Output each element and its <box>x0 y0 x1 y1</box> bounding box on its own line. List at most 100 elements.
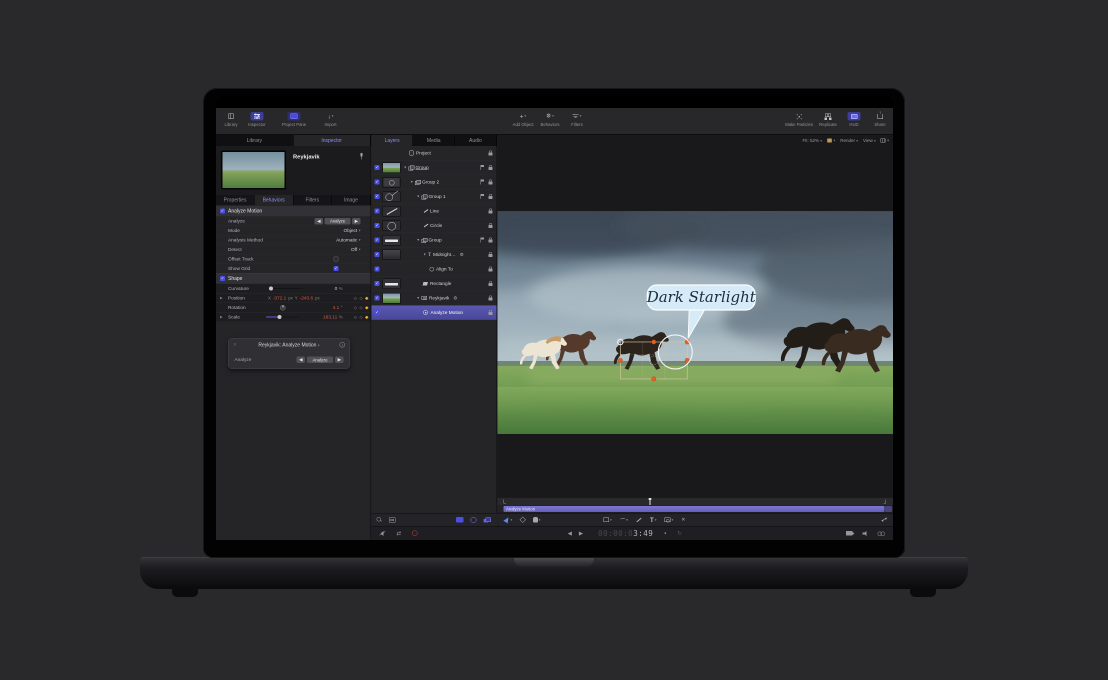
gear-icon[interactable]: ⚙ <box>460 252 464 258</box>
layer-name[interactable]: Circle <box>430 223 442 229</box>
search-icon[interactable] <box>377 517 383 523</box>
canvas[interactable]: Fit: 52% ▾ ▾ Render ▾ View ▾ ▾ <box>498 135 894 513</box>
hud-analyze-forward-button[interactable]: ▶ <box>335 357 344 364</box>
rectangle-tool[interactable]: ▾ <box>604 518 612 523</box>
layer-visibility-checkbox[interactable]: ✓ <box>375 238 380 243</box>
layer-name[interactable]: Group <box>428 237 441 243</box>
audio-icon[interactable] <box>863 531 869 536</box>
loop-icon[interactable]: ⇄ <box>397 530 402 537</box>
hud-analyze-button[interactable]: Analyze <box>307 357 333 364</box>
layer-visibility-checkbox[interactable]: ✓ <box>375 296 380 301</box>
layer-visibility-checkbox[interactable]: ✓ <box>375 223 380 228</box>
layer-visibility-checkbox[interactable]: ✓ <box>375 209 380 214</box>
layer-visibility-checkbox[interactable]: ✓ <box>375 194 380 199</box>
make-particles-button[interactable]: Make Particles <box>785 112 813 127</box>
lock-icon[interactable] <box>489 225 493 228</box>
filmstrip-icon[interactable] <box>389 517 396 522</box>
analyze-backward-button[interactable]: ◀ <box>315 218 324 225</box>
import-button[interactable]: ↓▾ Import <box>318 112 343 127</box>
curvature-slider[interactable] <box>270 288 303 289</box>
video-frame[interactable]: Dark Starlight <box>498 211 894 434</box>
project-pane-button[interactable]: Project Pane <box>276 112 312 127</box>
view-popup[interactable]: View ▾ <box>863 138 876 143</box>
lock-icon[interactable] <box>489 283 493 286</box>
camera-icon[interactable] <box>846 531 853 536</box>
flag-icon[interactable] <box>481 238 485 243</box>
layer-name[interactable]: Rectangle <box>430 281 451 287</box>
layer-name[interactable]: Line <box>430 208 439 214</box>
lock-icon[interactable] <box>489 167 493 170</box>
timecode-popup-icon[interactable]: ▾ <box>664 531 666 536</box>
lock-icon[interactable] <box>489 240 493 243</box>
text-tool[interactable]: T▾ <box>650 516 656 523</box>
tab-media[interactable]: Media <box>413 135 455 146</box>
layer-name[interactable]: Analyze Motion <box>431 310 463 316</box>
track-handle[interactable] <box>618 358 622 362</box>
keyframe-icon[interactable]: ◆ <box>365 305 368 311</box>
layer-visibility-checkbox[interactable]: ✓ <box>375 252 380 257</box>
layout-popup[interactable]: ▾ <box>881 139 889 143</box>
channels-popup[interactable]: ▾ <box>827 139 835 143</box>
analyze-motion-enable-checkbox[interactable]: ✓ <box>220 209 225 214</box>
hud-panel[interactable]: ✕ Reykjavik: Analyze Motion ▾ i Analyze … <box>228 338 350 369</box>
tab-behaviors[interactable]: Behaviors <box>255 195 294 205</box>
prev-keyframe-icon[interactable]: ◇ <box>354 305 357 310</box>
layer-visibility-checkbox[interactable]: ✓ <box>375 310 380 315</box>
shape-enable-checkbox[interactable]: ✓ <box>220 276 225 281</box>
rotation-field[interactable]: 4.1 <box>333 305 340 311</box>
in-point-marker[interactable] <box>504 500 507 504</box>
line-tool[interactable] <box>636 519 642 520</box>
analysis-method-popup[interactable]: Automatic▾ <box>336 237 360 243</box>
pan-tool[interactable]: ▾ <box>533 517 541 523</box>
timecode-display[interactable]: 00:00:03:49 <box>598 529 653 538</box>
timeline-ruler[interactable] <box>498 497 894 505</box>
bezier-tool[interactable]: ▾ <box>620 518 628 522</box>
layer-row-reykjavik[interactable]: ✓▼Reykjavik⚙ <box>372 291 497 306</box>
info-icon[interactable]: i <box>340 342 346 348</box>
gear-icon[interactable]: ⚙ <box>453 295 457 301</box>
analyze-motion-bar[interactable]: Analyze Motion <box>504 506 885 512</box>
disclosure-icon[interactable]: ▶ <box>220 315 223 319</box>
layer-name[interactable]: Group 2 <box>422 179 439 185</box>
scale-slider[interactable] <box>266 317 299 318</box>
disclosure-triangle-icon[interactable]: ▼ <box>417 195 420 199</box>
library-button[interactable]: Library <box>220 112 242 127</box>
layer-name[interactable]: Project <box>416 150 431 156</box>
layer-visibility-checkbox[interactable]: ✓ <box>375 165 380 170</box>
lock-icon[interactable] <box>489 153 493 156</box>
image-mask-tool[interactable]: ▾ <box>664 518 673 523</box>
scale-field[interactable]: 183.11 <box>323 314 337 320</box>
layer-row-circle[interactable]: ✓ Circle <box>372 219 497 234</box>
filters-button[interactable]: ▾ Filters <box>566 112 588 127</box>
next-keyframe-icon[interactable]: ◇ <box>359 315 362 320</box>
add-object-button[interactable]: +▾ Add Object <box>512 112 534 127</box>
track-handle[interactable] <box>652 377 656 381</box>
replicate-button[interactable]: Replicate <box>817 112 839 127</box>
tab-filters[interactable]: Filters <box>293 195 332 205</box>
disclosure-triangle-icon[interactable]: ▼ <box>404 166 407 170</box>
show-grid-checkbox[interactable]: ✓ <box>334 266 339 271</box>
lock-icon[interactable] <box>489 254 493 257</box>
offset-track-checkbox[interactable] <box>334 257 339 262</box>
layer-name[interactable]: Group <box>415 165 428 171</box>
tab-image[interactable]: Image <box>332 195 371 205</box>
flag-icon[interactable] <box>481 180 485 185</box>
prev-keyframe-icon[interactable]: ◇ <box>354 296 357 301</box>
tab-layers[interactable]: Layers <box>372 135 414 146</box>
previous-frame-button[interactable]: ◀ <box>568 530 572 537</box>
track-handle[interactable] <box>652 340 656 344</box>
layer-name[interactable]: Group 1 <box>428 194 445 200</box>
flag-icon[interactable] <box>481 165 485 170</box>
layer-row-rectangle[interactable]: ✓Rectangle <box>372 277 497 292</box>
show-objects-toggle[interactable] <box>456 517 464 523</box>
behaviors-button[interactable]: ⚙▾ Behaviors <box>539 112 561 127</box>
keyframe-editor-icon[interactable] <box>881 517 887 522</box>
position-y-field[interactable]: -243.6 <box>300 295 313 301</box>
out-point-marker[interactable] <box>884 500 887 504</box>
transform-tool[interactable] <box>520 518 525 523</box>
show-layers-toggle[interactable] <box>484 517 491 522</box>
playback-loop-icon[interactable]: ↻ <box>677 530 682 537</box>
lock-icon[interactable] <box>489 211 493 214</box>
next-keyframe-icon[interactable]: ◇ <box>359 296 362 301</box>
pin-icon[interactable] <box>360 153 364 160</box>
